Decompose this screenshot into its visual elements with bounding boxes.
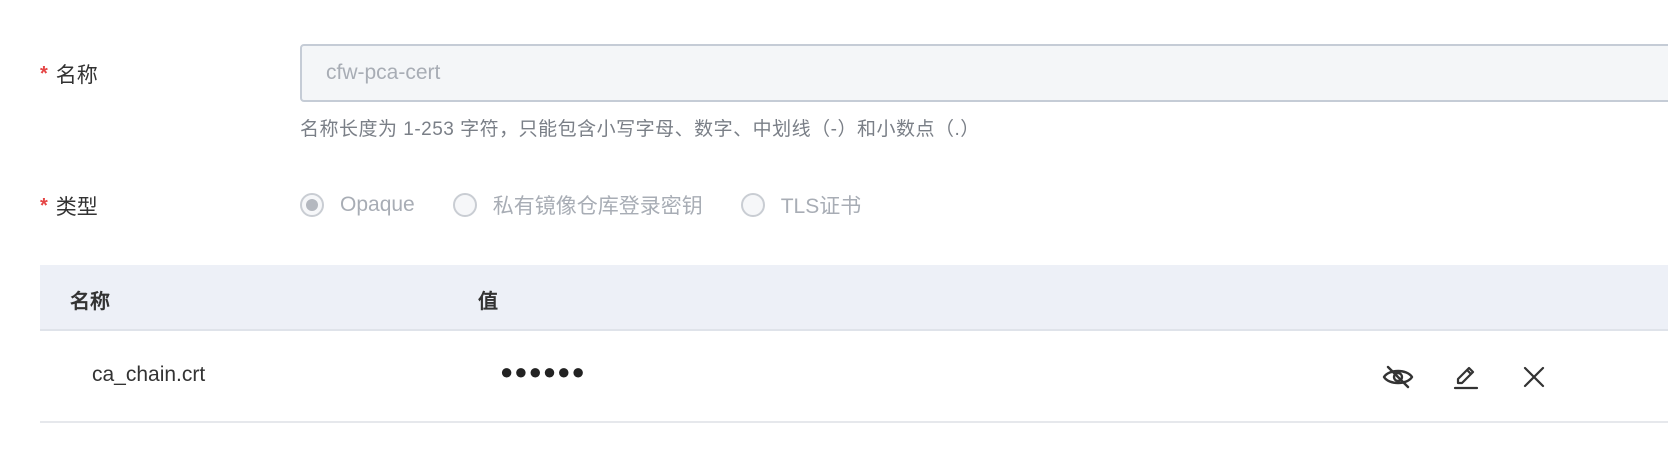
required-mark: *: [40, 194, 48, 217]
radio-label: 私有镜像仓库登录密钥: [492, 195, 703, 218]
close-icon: [1523, 366, 1545, 388]
row-masked-value: ●●●●●●: [500, 359, 586, 384]
radio-tls-cert[interactable]: TLS证书: [740, 190, 862, 220]
secret-data-table: 名称 值 ca_chain.crt ●●●●●●: [40, 265, 1668, 423]
row-actions: [1380, 359, 1552, 395]
secret-form: * 名称 名称长度为 1-253 字符，只能包含小写字母、数字、中划线（-）和小…: [0, 0, 1668, 454]
type-radio-group: Opaque 私有镜像仓库登录密钥 TLS证书: [300, 188, 899, 222]
radio-label: Opaque: [340, 193, 415, 216]
pencil-icon: [1453, 366, 1479, 390]
toggle-visibility-button[interactable]: [1380, 359, 1416, 395]
name-field-label: * 名称: [40, 58, 98, 90]
type-label-text: 类型: [55, 196, 98, 219]
eye-off-icon: [1382, 365, 1414, 389]
name-hint: 名称长度为 1-253 字符，只能包含小写字母、数字、中划线（-）和小数点（.）: [300, 119, 980, 140]
delete-button[interactable]: [1516, 359, 1552, 395]
column-header-value: 值: [478, 291, 498, 313]
radio-dot: [306, 199, 318, 211]
radio-button-checked[interactable]: [300, 193, 324, 217]
radio-button[interactable]: [452, 193, 477, 217]
column-header-name: 名称: [70, 291, 110, 313]
name-input[interactable]: [300, 44, 1668, 102]
required-mark: *: [40, 62, 48, 85]
table-header: 名称 值: [40, 265, 1668, 331]
table-row: ca_chain.crt ●●●●●●: [40, 331, 1668, 423]
row-key-name: ca_chain.crt: [92, 363, 206, 386]
radio-button[interactable]: [740, 193, 765, 217]
radio-label: TLS证书: [780, 195, 862, 218]
type-field-label: * 类型: [40, 190, 98, 222]
name-label-text: 名称: [55, 64, 98, 87]
radio-opaque[interactable]: Opaque: [300, 193, 415, 217]
edit-button[interactable]: [1448, 359, 1484, 395]
radio-registry-secret[interactable]: 私有镜像仓库登录密钥: [452, 190, 703, 220]
